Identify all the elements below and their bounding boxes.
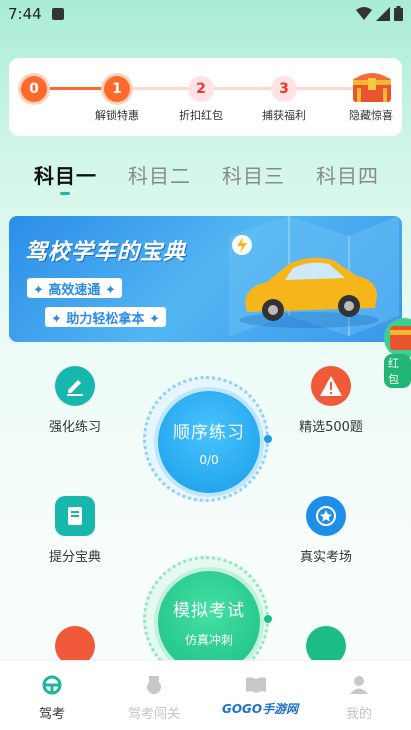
selected-500-label: 精选500题 <box>299 420 363 435</box>
progress-step-1: 1 <box>104 76 130 102</box>
pencil-icon <box>55 366 95 406</box>
progress-step-label-3: 捕获福利 <box>262 109 306 122</box>
treasure-chest-icon[interactable] <box>351 66 393 104</box>
signal-icon <box>376 6 390 21</box>
nav-profile[interactable]: 我的 <box>319 675 399 722</box>
status-indicators <box>356 6 403 21</box>
tab-subject-3[interactable]: 科目三 <box>222 160 285 189</box>
tab-active-indicator <box>60 192 70 195</box>
sequence-practice-button[interactable]: 顺序练习 0/0 <box>143 376 272 502</box>
warning-icon <box>311 366 351 406</box>
mock-exam-subtitle: 仿真冲刺 <box>184 633 233 647</box>
nav-challenge[interactable]: 驾考闯关 <box>114 675 194 722</box>
nav-driving-test-label: 驾考 <box>38 707 65 722</box>
strengthen-practice-label: 强化练习 <box>48 420 101 435</box>
nav-driving-test[interactable]: 驾考 <box>12 675 92 722</box>
progress-step-3: 3 <box>271 76 297 102</box>
selected-500-button[interactable]: 精选500题 <box>291 366 371 435</box>
progress-track-remaining <box>125 87 375 90</box>
sequence-practice-core: 顺序练习 0/0 <box>158 391 260 493</box>
wifi-icon <box>356 6 372 20</box>
nav-library[interactable] <box>216 675 296 703</box>
banner-tag-easy: ✦ 助力轻松拿本 ✦ <box>45 307 166 327</box>
status-time: 7:44 <box>8 5 42 23</box>
progress-step-0: 0 <box>21 76 47 102</box>
open-book-icon <box>246 677 266 693</box>
book-icon <box>55 496 95 536</box>
banner-title: 驾校学车的宝典 <box>25 240 187 265</box>
status-bar: 7:44 <box>0 0 411 28</box>
subject-tabs: 科目一 科目二 科目三 科目四 <box>0 160 411 196</box>
sequence-practice-title: 顺序练习 <box>173 422 245 443</box>
mock-exam-title: 模拟考试 <box>173 601 245 621</box>
progress-final-label: 隐藏惊喜 <box>349 109 393 122</box>
battery-icon <box>394 6 403 21</box>
lightning-badge-icon <box>232 235 252 255</box>
progress-dot <box>264 615 272 623</box>
watermark: GOGO手游网 <box>222 702 299 716</box>
strengthen-practice-button[interactable]: 强化练习 <box>35 366 115 435</box>
score-guide-button[interactable]: 提分宝典 <box>35 496 115 565</box>
progress-step-label-2: 折扣红包 <box>179 109 223 122</box>
steering-wheel-icon <box>42 675 62 695</box>
tab-subject-2[interactable]: 科目二 <box>128 160 191 189</box>
nav-profile-label: 我的 <box>345 707 372 722</box>
user-icon <box>350 676 368 694</box>
nav-challenge-label: 驾考闯关 <box>127 707 180 722</box>
medal-icon <box>147 676 161 694</box>
reward-progress-card[interactable]: 0 1 2 3 解锁特惠 折扣红包 捕获福利 隐藏惊喜 <box>9 58 402 136</box>
tab-subject-1[interactable]: 科目一 <box>34 160 97 189</box>
progress-dot <box>264 435 272 443</box>
progress-step-2: 2 <box>188 76 214 102</box>
progress-step-label-1: 解锁特惠 <box>95 109 139 122</box>
banner-tag-fast: ✦ 高效速通 ✦ <box>27 278 122 298</box>
bottom-navigation: 驾考 驾考闯关 我的 <box>0 660 411 730</box>
real-exam-button[interactable]: 真实考场 <box>286 496 366 565</box>
sequence-practice-progress: 0/0 <box>199 452 219 467</box>
real-exam-label: 真实考场 <box>299 550 352 565</box>
promo-banner[interactable]: 驾校学车的宝典 ✦ 高效速通 ✦ ✦ 助力轻松拿本 ✦ <box>9 216 402 342</box>
score-guide-label: 提分宝典 <box>48 550 101 565</box>
star-badge-icon <box>306 496 346 536</box>
yellow-car-icon <box>239 257 379 328</box>
mock-exam-core: 模拟考试 仿真冲刺 <box>158 571 260 673</box>
red-packet-label[interactable]: 红包 <box>384 354 411 388</box>
notification-icon <box>52 8 64 20</box>
tab-subject-4[interactable]: 科目四 <box>316 160 379 189</box>
